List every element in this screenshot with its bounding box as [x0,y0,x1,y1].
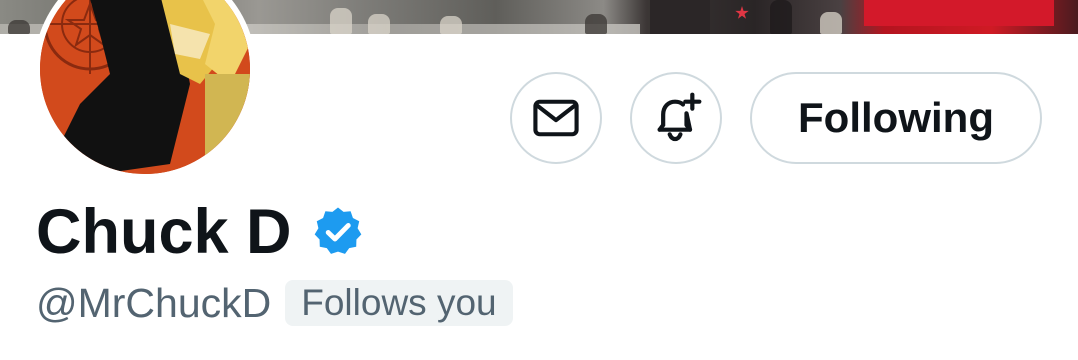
banner-red-panel [864,0,1054,26]
bell-plus-icon [657,92,702,142]
verified-badge-shape [314,207,361,254]
banner-figure [330,8,352,34]
display-name: Chuck D [36,197,292,267]
banner-figure [8,20,30,34]
following-button[interactable]: Following [750,72,1042,164]
avatar[interactable] [34,0,256,180]
avatar-artwork [40,0,250,174]
handle-row: @MrChuckD Follows you [36,280,513,326]
banner-figure [770,0,792,34]
banner-speaker [650,0,710,34]
avatar-image [40,0,250,174]
follows-you-badge: Follows you [285,280,513,326]
banner-figure [585,14,607,34]
profile-header: Following Chuck D @MrChuckD Follows you [0,0,1078,360]
banner-figure [820,12,842,34]
name-row: Chuck D [36,196,366,268]
verified-badge-icon[interactable] [310,204,366,260]
notifications-button[interactable] [630,72,722,164]
banner-figure [368,14,390,34]
banner-figure [440,16,462,34]
envelope-icon [533,99,579,137]
message-button[interactable] [510,72,602,164]
following-button-label: Following [798,94,994,141]
banner-star [735,6,749,19]
user-handle: @MrChuckD [36,280,272,326]
